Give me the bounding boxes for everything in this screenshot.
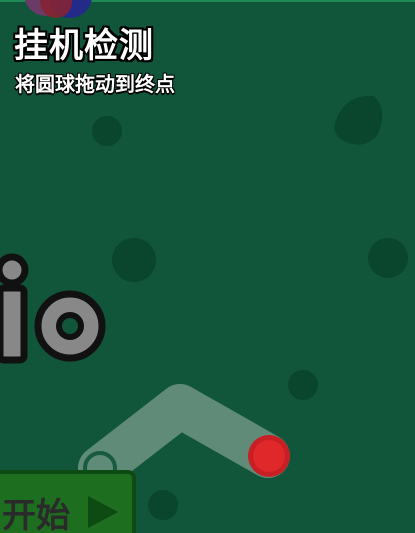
background-logo-icon xyxy=(0,253,106,364)
instruction-text: 将圆球拖动到终点 xyxy=(15,72,175,96)
start-button-label: 开始 xyxy=(2,496,70,533)
play-icon xyxy=(88,496,118,528)
page-title: 挂机检测 xyxy=(14,26,154,66)
background-blob xyxy=(368,238,408,278)
background-blob xyxy=(92,116,122,146)
red-ball-icon[interactable] xyxy=(248,435,290,477)
game-screen: 挂机检测 将圆球拖动到终点 开始 xyxy=(0,0,415,533)
background-blob xyxy=(334,95,383,145)
start-button[interactable]: 开始 xyxy=(0,470,136,533)
